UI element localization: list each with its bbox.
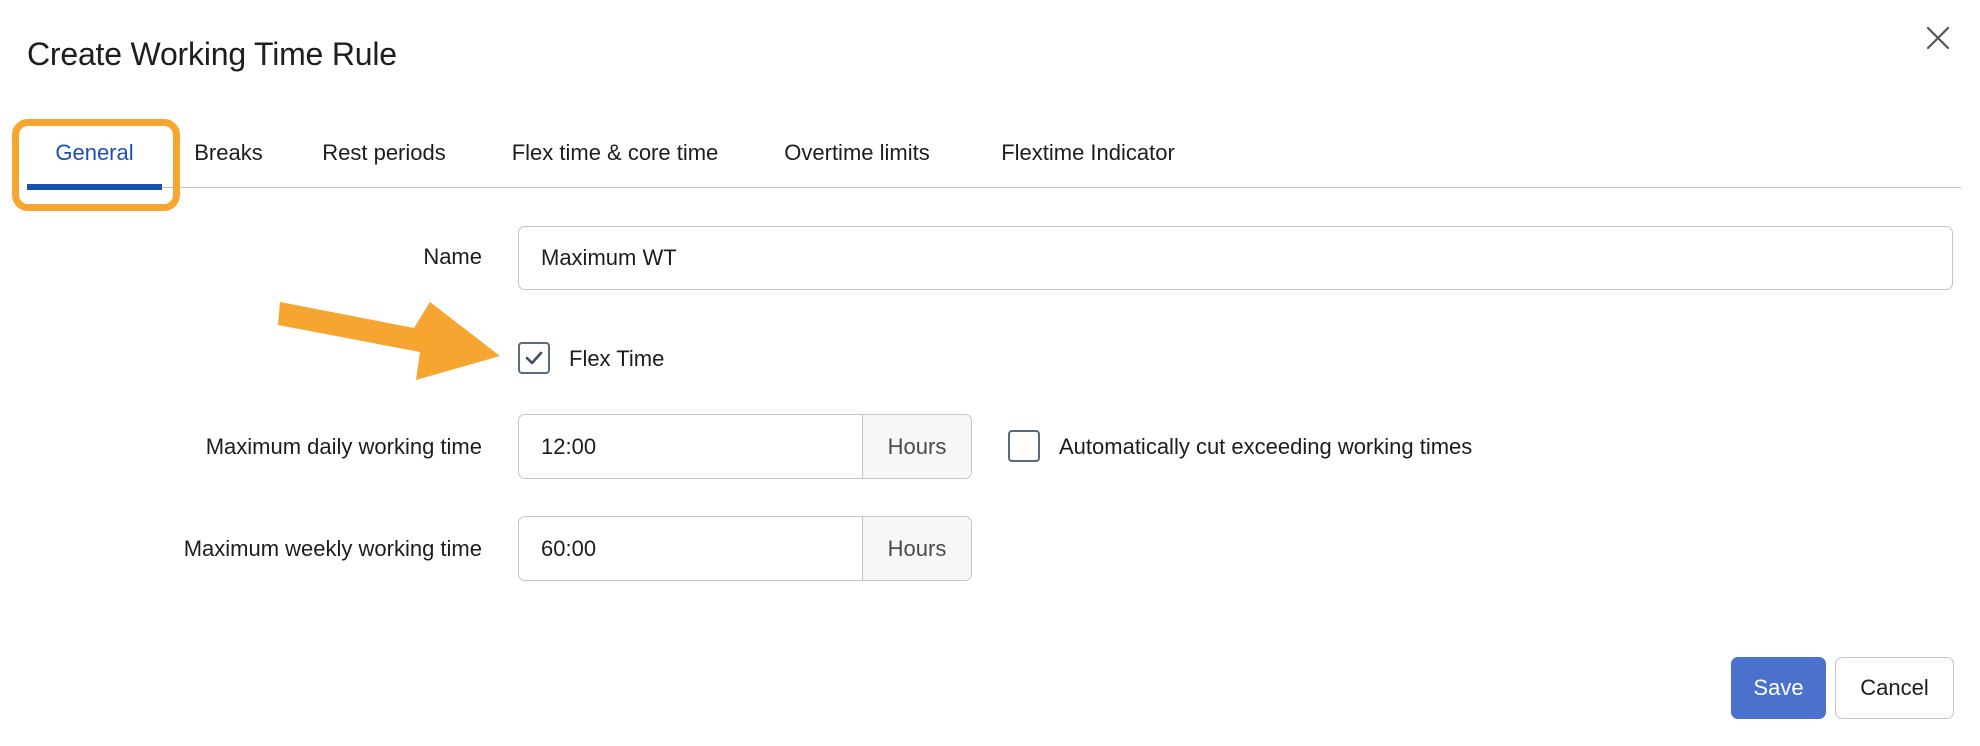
flex-time-checkbox[interactable] bbox=[518, 342, 550, 374]
max-weekly-unit-addon: Hours bbox=[862, 517, 971, 580]
tab-breaks[interactable]: Breaks bbox=[190, 118, 267, 188]
tab-flextime-indicator[interactable]: Flextime Indicator bbox=[989, 118, 1187, 188]
tab-flex-time-core-time[interactable]: Flex time & core time bbox=[502, 118, 728, 188]
tab-general-label: General bbox=[55, 140, 134, 165]
name-label: Name bbox=[423, 244, 482, 269]
max-daily-value: 12:00 bbox=[541, 433, 597, 459]
tab-bar: General Breaks Rest periods Flex time & … bbox=[27, 118, 1961, 190]
tab-flextime-indicator-label: Flextime Indicator bbox=[1001, 140, 1175, 165]
tab-overtime-limits[interactable]: Overtime limits bbox=[777, 118, 937, 188]
annotation-arrow-icon bbox=[278, 302, 500, 380]
max-weekly-unit: Hours bbox=[887, 535, 947, 561]
save-button[interactable]: Save bbox=[1731, 657, 1826, 719]
cancel-button[interactable]: Cancel bbox=[1835, 657, 1954, 719]
tab-rest-periods-label: Rest periods bbox=[322, 140, 446, 165]
auto-cut-label: Automatically cut exceeding working time… bbox=[1059, 434, 1473, 459]
max-weekly-label: Maximum weekly working time bbox=[183, 536, 482, 561]
max-daily-input-group: 12:00 Hours bbox=[518, 414, 972, 479]
checkmark-icon bbox=[525, 351, 543, 365]
max-weekly-input[interactable]: 60:00 bbox=[519, 517, 862, 580]
name-input[interactable]: Maximum WT bbox=[518, 226, 1953, 290]
auto-cut-checkbox[interactable] bbox=[1008, 430, 1040, 462]
dialog-title: Create Working Time Rule bbox=[27, 36, 397, 72]
flex-time-label: Flex Time bbox=[569, 346, 665, 371]
name-input-value: Maximum WT bbox=[541, 245, 677, 270]
close-icon[interactable] bbox=[1924, 24, 1952, 52]
max-daily-unit-addon: Hours bbox=[862, 415, 971, 478]
tab-flex-time-core-time-label: Flex time & core time bbox=[511, 140, 719, 165]
max-daily-input[interactable]: 12:00 bbox=[519, 415, 862, 478]
tab-general[interactable]: General bbox=[27, 118, 162, 190]
max-daily-label: Maximum daily working time bbox=[205, 434, 482, 459]
tab-rest-periods[interactable]: Rest periods bbox=[316, 118, 452, 188]
max-weekly-input-group: 60:00 Hours bbox=[518, 516, 972, 581]
max-weekly-value: 60:00 bbox=[541, 535, 597, 561]
active-tab-indicator bbox=[27, 184, 162, 190]
max-daily-unit: Hours bbox=[887, 433, 947, 459]
tab-breaks-label: Breaks bbox=[194, 140, 263, 165]
create-working-time-rule-dialog: Create Working Time Rule General Breaks … bbox=[0, 0, 1980, 746]
tab-overtime-limits-label: Overtime limits bbox=[784, 140, 930, 165]
